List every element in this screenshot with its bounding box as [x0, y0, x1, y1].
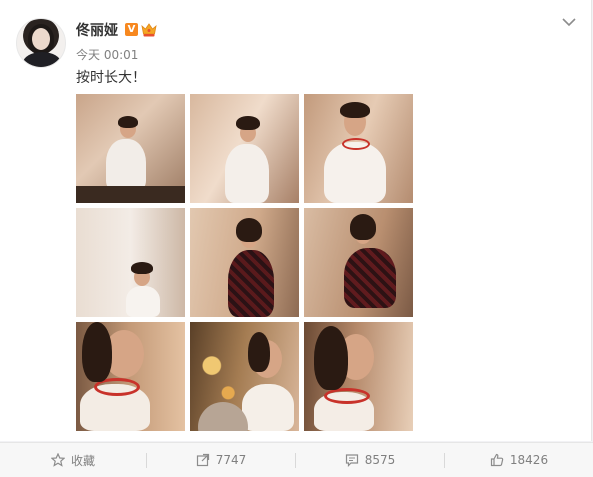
- photo-8[interactable]: [190, 322, 299, 431]
- repost-button[interactable]: 7747: [147, 443, 295, 477]
- repost-icon: [196, 453, 209, 467]
- favorite-label: 收藏: [70, 453, 95, 468]
- photo-9[interactable]: [304, 322, 413, 431]
- chevron-down-icon[interactable]: [561, 15, 577, 29]
- comment-icon: [345, 454, 358, 467]
- figure-plaid-jacket: [344, 248, 396, 308]
- like-button[interactable]: 18426: [445, 443, 593, 477]
- red-collar: [342, 138, 370, 150]
- user-avatar[interactable]: [16, 18, 66, 68]
- photo-4[interactable]: [76, 208, 185, 317]
- figure-shirt: [126, 286, 160, 317]
- star-icon: [50, 453, 65, 467]
- weibo-post-card: 佟丽娅 V 今天 00:01 按时长大！: [0, 0, 592, 441]
- figure-shirt: [324, 142, 386, 203]
- comment-button[interactable]: 8575: [296, 443, 444, 477]
- post-action-bar: 收藏 7747 8575 18426: [0, 442, 593, 477]
- photo-2[interactable]: [190, 94, 299, 203]
- photo-7[interactable]: [76, 322, 185, 431]
- figure-hair: [350, 214, 376, 240]
- figure-shirt: [242, 384, 294, 431]
- photo-1[interactable]: [76, 94, 185, 203]
- like-count: 18426: [509, 453, 549, 467]
- figure-hair: [82, 322, 112, 382]
- photo-3[interactable]: [304, 94, 413, 203]
- dark-sofa: [76, 186, 185, 203]
- figure-hair: [314, 326, 348, 390]
- photo-6[interactable]: [304, 208, 413, 317]
- thumbs-up-icon: [490, 453, 504, 467]
- repost-count: 7747: [215, 453, 247, 467]
- post-timestamp[interactable]: 今天 00:01: [76, 46, 138, 63]
- avatar-body: [23, 52, 61, 67]
- figure-hair: [340, 102, 370, 118]
- figure-hair: [131, 262, 153, 274]
- figure-plaid-jacket: [228, 250, 274, 317]
- comment-count: 8575: [364, 453, 396, 467]
- figure-shirt: [225, 144, 269, 203]
- figure-hair: [236, 218, 262, 242]
- blurred-head-foreground: [198, 402, 248, 431]
- figure-hair: [248, 332, 270, 372]
- post-text: 按时长大！: [76, 70, 146, 86]
- crown-badge-icon[interactable]: [141, 22, 157, 37]
- favorite-button[interactable]: 收藏: [0, 443, 146, 477]
- figure-hair: [118, 116, 138, 128]
- figure-shirt: [106, 139, 146, 191]
- figure-hair: [236, 116, 260, 130]
- username-link[interactable]: 佟丽娅: [76, 20, 118, 40]
- photo-5[interactable]: [190, 208, 299, 317]
- red-collar: [324, 388, 370, 404]
- verified-v-icon[interactable]: V: [125, 23, 138, 36]
- avatar-face: [32, 28, 50, 50]
